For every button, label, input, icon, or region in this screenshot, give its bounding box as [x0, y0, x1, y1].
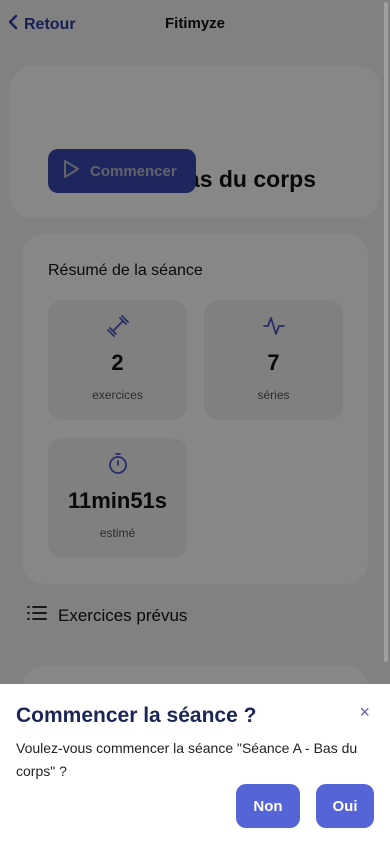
no-button[interactable]: Non [236, 784, 300, 828]
close-icon[interactable]: × [359, 702, 370, 723]
dialog-title: Commencer la séance ? [16, 704, 257, 727]
dialog-message: Voulez-vous commencer la séance "Séance … [16, 740, 358, 779]
yes-button[interactable]: Oui [316, 784, 374, 828]
scrollbar[interactable] [384, 2, 388, 662]
confirm-dialog: Commencer la séance ? × Voulez-vous comm… [0, 684, 390, 844]
